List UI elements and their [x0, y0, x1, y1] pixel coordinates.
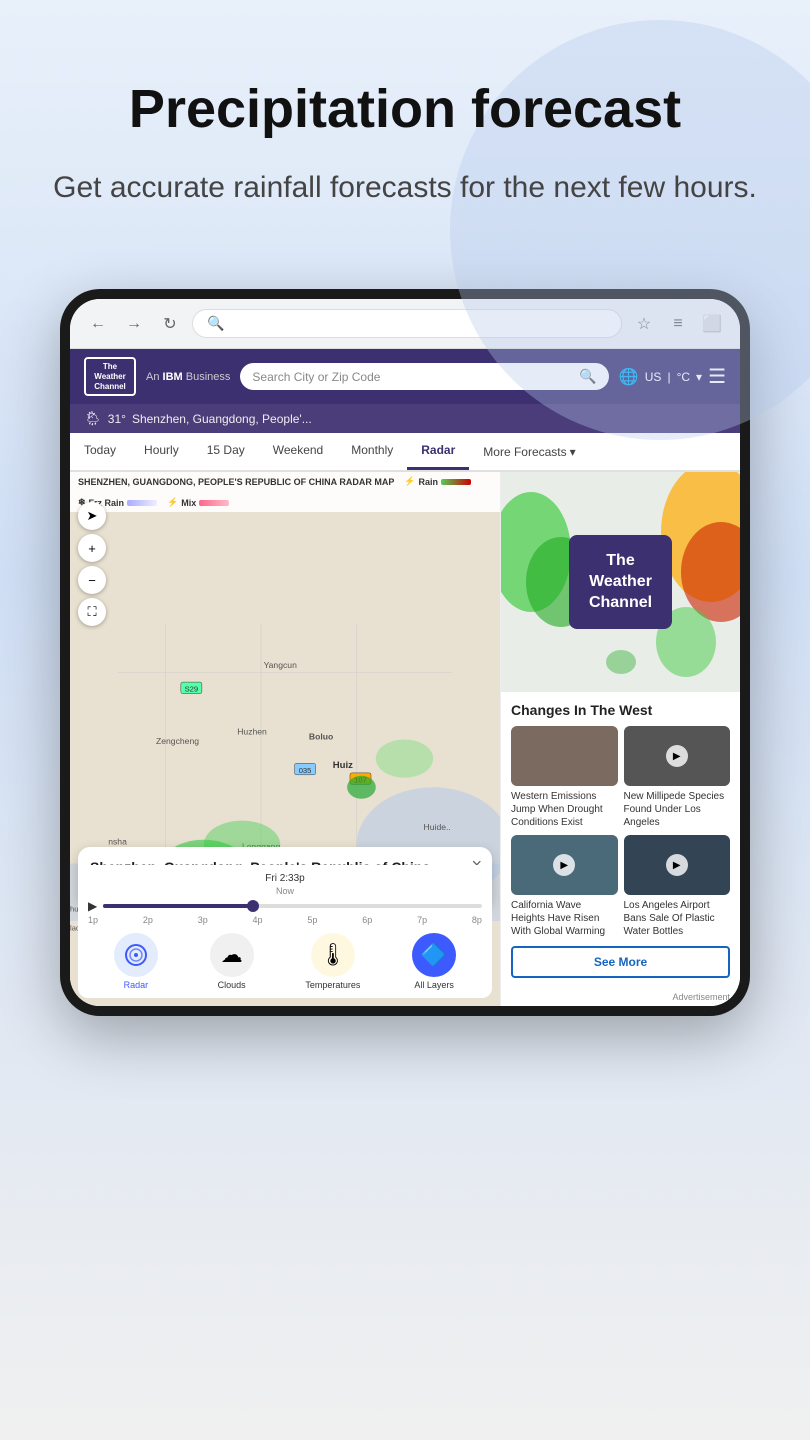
news-caption-2: New Millipede Species Found Under Los An…: [624, 790, 731, 829]
svg-text:S29: S29: [185, 685, 199, 694]
zoom-out-button[interactable]: −: [78, 566, 106, 594]
news-caption-4: Los Angeles Airport Bans Sale Of Plastic…: [624, 899, 731, 938]
news-play-4: ▶: [666, 854, 688, 876]
news-caption-3: California Wave Heights Have Risen With …: [511, 899, 618, 938]
compass-button[interactable]: ➤: [78, 502, 106, 530]
news-thumb-1: [511, 726, 618, 786]
radar-title: SHENZHEN, GUANGDONG, PEOPLE'S REPUBLIC O…: [78, 477, 394, 487]
main-content: SHENZHEN, GUANGDONG, PEOPLE'S REPUBLIC O…: [70, 472, 740, 1006]
news-item-1[interactable]: Western Emissions Jump When Drought Cond…: [511, 726, 618, 829]
news-thumb-2: ▶: [624, 726, 731, 786]
wc-logo-text: The Weather Channel: [91, 362, 129, 391]
zoom-in-button[interactable]: +: [78, 534, 106, 562]
timeline-labels: 1p 2p 3p 4p 5p 6p 7p 8p: [88, 915, 482, 925]
map-container: SHENZHEN, GUANGDONG, PEOPLE'S REPUBLIC O…: [70, 472, 500, 1006]
news-caption-1: Western Emissions Jump When Drought Cond…: [511, 790, 618, 829]
location-temp: 31°: [108, 412, 126, 426]
more-forecasts-arrow: ▾: [570, 445, 576, 459]
browser-refresh-button[interactable]: ↻: [156, 310, 184, 338]
more-forecasts-label: More Forecasts: [483, 445, 566, 459]
tab-15day[interactable]: 15 Day: [193, 433, 259, 470]
timeline-progress: [103, 904, 255, 908]
hero-title: Precipitation forecast: [40, 80, 770, 139]
svg-text:035: 035: [299, 766, 312, 775]
legend-mix: ⚡ Mix: [167, 497, 229, 508]
timeline-time: Fri 2:33p: [88, 873, 482, 884]
cloud-icon: 🌦: [84, 410, 102, 427]
rain-icon: ⚡: [404, 476, 415, 487]
all-layers-label: All Layers: [414, 980, 454, 990]
ad-banner: Advertisement Th: [501, 472, 740, 692]
search-icon: 🔍: [207, 315, 224, 332]
frzrain-bar: [127, 500, 157, 506]
layer-radar[interactable]: Radar: [114, 933, 158, 990]
tab-radar[interactable]: Radar: [407, 433, 469, 470]
temperatures-layer-label: Temperatures: [305, 980, 360, 990]
hero-section: Precipitation forecast Get accurate rain…: [0, 0, 810, 269]
ad-wc-logo: The Weather Channel: [569, 535, 672, 629]
play-button[interactable]: ▶: [88, 899, 97, 913]
news-item-3[interactable]: ▶ California Wave Heights Have Risen Wit…: [511, 835, 618, 938]
clouds-layer-label: Clouds: [218, 980, 246, 990]
see-more-button[interactable]: See More: [511, 946, 730, 978]
location-name: Shenzhen, Guangdong, People'...: [132, 412, 312, 426]
layer-clouds[interactable]: ☁ Clouds: [210, 933, 254, 990]
expand-button[interactable]: ⛶: [78, 598, 106, 626]
timeline-now-label: Now: [88, 886, 482, 896]
map-controls: ➤ + − ⛶: [78, 502, 106, 626]
timeline-card: Fri 2:33p Now ▶ 1p 2p: [78, 865, 492, 998]
news-thumb-3: ▶: [511, 835, 618, 895]
radar-layer-label: Radar: [124, 980, 149, 990]
news-play-2: ▶: [666, 745, 688, 767]
mix-bar: [199, 500, 229, 506]
svg-text:nsha: nsha: [108, 837, 127, 847]
svg-text:Boluo: Boluo: [309, 732, 333, 742]
news-play-3: ▶: [553, 854, 575, 876]
hero-subtitle: Get accurate rainfall forecasts for the …: [40, 167, 770, 209]
legend-rain: ⚡ Rain: [404, 476, 471, 487]
news-section-title: Changes In The West: [511, 702, 730, 718]
layer-temperatures[interactable]: 🌡 Temperatures: [305, 933, 360, 990]
tab-more-forecasts[interactable]: More Forecasts ▾: [469, 433, 589, 470]
tab-today[interactable]: Today: [70, 433, 130, 470]
news-grid: Western Emissions Jump When Drought Cond…: [511, 726, 730, 938]
news-section: Changes In The West Western Emissions Ju…: [501, 692, 740, 988]
tab-monthly[interactable]: Monthly: [337, 433, 407, 470]
tab-hourly[interactable]: Hourly: [130, 433, 193, 470]
news-item-2[interactable]: ▶ New Millipede Species Found Under Los …: [624, 726, 731, 829]
timeline-bar[interactable]: [103, 904, 482, 908]
svg-text:Zengcheng: Zengcheng: [156, 736, 199, 746]
radar-header: SHENZHEN, GUANGDONG, PEOPLE'S REPUBLIC O…: [70, 472, 500, 512]
tab-weekend[interactable]: Weekend: [259, 433, 337, 470]
wc-logo[interactable]: The Weather Channel: [84, 357, 136, 396]
layer-icons: Radar ☁ Clouds 🌡 Temperatures: [88, 933, 482, 990]
svg-text:Yangcun: Yangcun: [264, 660, 298, 670]
ad-label-bottom: Advertisement: [501, 988, 740, 1006]
svg-text:Huzhen: Huzhen: [237, 727, 267, 737]
timeline-row: ▶: [88, 899, 482, 913]
svg-text:Huiz: Huiz: [333, 760, 353, 771]
svg-text:Huide..: Huide..: [424, 822, 451, 832]
news-item-4[interactable]: ▶ Los Angeles Airport Bans Sale Of Plast…: [624, 835, 731, 938]
wc-ibm-text: An IBM Business: [146, 371, 230, 383]
browser-back-button[interactable]: ←: [84, 310, 112, 338]
rain-bar: [441, 479, 471, 485]
news-thumb-4: ▶: [624, 835, 731, 895]
layer-all[interactable]: 🔷 All Layers: [412, 933, 456, 990]
right-sidebar: Advertisement Th: [500, 472, 740, 1006]
timeline-knob: [247, 900, 259, 912]
browser-forward-button[interactable]: →: [120, 310, 148, 338]
